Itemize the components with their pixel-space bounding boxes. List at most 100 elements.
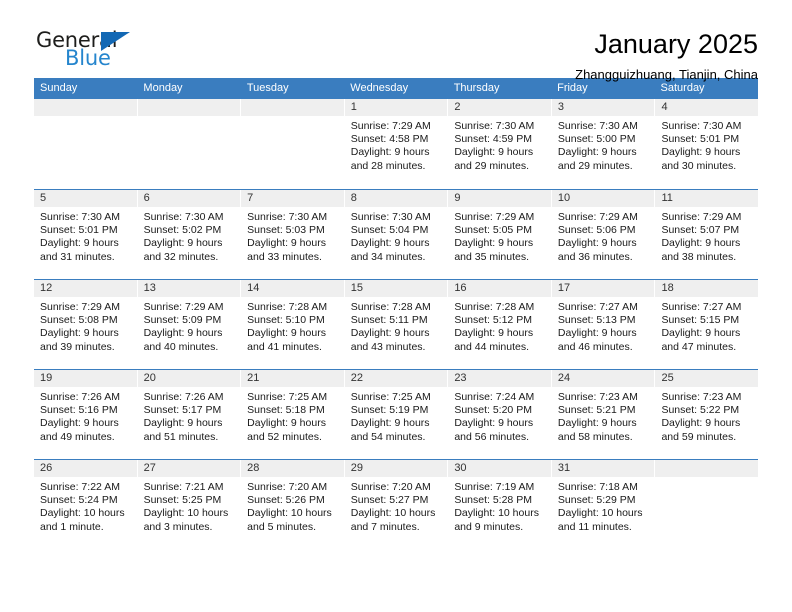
day-daylight2-text: and 5 minutes. <box>247 520 317 533</box>
day-sunrise-text: Sunrise: 7:25 AM <box>247 391 328 403</box>
day-daylight2-text: and 51 minutes. <box>143 430 219 443</box>
calendar-day-cell[interactable]: 19 Sunrise: 7:26 AM Sunset: 5:16 PM Dayligh… <box>34 370 138 459</box>
day-number: 5 <box>34 190 137 207</box>
day-sunset-text: Sunset: 5:05 PM <box>454 224 532 237</box>
calendar-day-cell[interactable]: 26 Sunrise: 7:22 AM Sunset: 5:24 PM Dayligh… <box>34 460 138 549</box>
day-daylight2-text: and 52 minutes. <box>247 430 322 443</box>
day-details: Sunrise: 7:26 AM Sunset: 5:16 PM Daylight:… <box>34 387 137 444</box>
day-details: Sunrise: 7:27 AM Sunset: 5:13 PM Daylight:… <box>552 297 655 354</box>
day-number: 27 <box>137 460 241 477</box>
day-daylight2-text: and 34 minutes. <box>350 250 426 263</box>
day-daylight1-text: Daylight: 9 hours <box>454 417 534 430</box>
calendar-day-cell[interactable]: 10 Sunrise: 7:29 AM Sunset: 5:06 PM Dayligh… <box>551 190 656 279</box>
day-sunset-text: Sunset: 5:20 PM <box>454 404 532 417</box>
day-daylight1-text: Daylight: 9 hours <box>350 417 430 430</box>
day-sunrise-text: Sunrise: 7:23 AM <box>661 391 742 403</box>
day-sunset-text: Sunset: 5:00 PM <box>557 133 636 146</box>
general-blue-logo: General Blue <box>34 28 184 74</box>
calendar-day-cell[interactable]: 2 Sunrise: 7:30 AM Sunset: 4:59 PM Daylight… <box>448 99 552 189</box>
day-daylight2-text: and 59 minutes. <box>661 430 737 443</box>
day-sunrise-text: Sunrise: 7:29 AM <box>454 211 535 223</box>
day-daylight2-text: and 38 minutes. <box>661 250 737 263</box>
day-sunset-text: Sunset: 5:16 PM <box>40 404 118 417</box>
calendar-day-cell[interactable]: 28 Sunrise: 7:20 AM Sunset: 5:26 PM Dayligh… <box>241 460 345 549</box>
day-details: Sunrise: 7:23 AM Sunset: 5:21 PM Daylight:… <box>552 387 655 444</box>
day-number: 19 <box>34 370 137 387</box>
day-daylight2-text: and 33 minutes. <box>247 250 322 263</box>
day-number: 1 <box>344 99 448 116</box>
calendar-day-cell[interactable]: 12 Sunrise: 7:29 AM Sunset: 5:08 PM Dayligh… <box>34 280 138 369</box>
calendar-day-cell[interactable]: 1 Sunrise: 7:29 AM Sunset: 4:58 PM Daylight… <box>344 99 449 189</box>
day-sunrise-text: Sunrise: 7:29 AM <box>557 211 638 223</box>
calendar-day-cell[interactable]: 15 Sunrise: 7:28 AM Sunset: 5:11 PM Dayligh… <box>344 280 449 369</box>
calendar-day-cell[interactable]: 24 Sunrise: 7:23 AM Sunset: 5:21 PM Dayligh… <box>551 370 656 459</box>
calendar-day-cell-empty <box>241 99 345 189</box>
day-number: 3 <box>551 99 655 116</box>
day-daylight2-text: and 29 minutes. <box>557 159 633 172</box>
day-sunrise-text: Sunrise: 7:30 AM <box>557 120 638 132</box>
day-number: 6 <box>137 190 241 207</box>
day-details: Sunrise: 7:23 AM Sunset: 5:22 PM Daylight:… <box>655 387 758 444</box>
calendar-day-cell[interactable]: 17 Sunrise: 7:27 AM Sunset: 5:13 PM Dayligh… <box>551 280 656 369</box>
calendar-day-cell[interactable]: 18 Sunrise: 7:27 AM Sunset: 5:15 PM Dayligh… <box>655 280 759 369</box>
calendar-day-cell[interactable]: 31 Sunrise: 7:18 AM Sunset: 5:29 PM Dayligh… <box>551 460 656 549</box>
calendar-week-row: 19 Sunrise: 7:26 AM Sunset: 5:16 PM Dayligh… <box>34 369 759 459</box>
day-number <box>34 99 137 116</box>
day-number: 31 <box>551 460 655 477</box>
day-sunrise-text: Sunrise: 7:25 AM <box>350 391 431 403</box>
calendar-day-cell[interactable]: 5 Sunrise: 7:30 AM Sunset: 5:01 PM Daylight… <box>34 190 138 279</box>
day-sunrise-text: Sunrise: 7:23 AM <box>557 391 638 403</box>
day-details: Sunrise: 7:19 AM Sunset: 5:28 PM Daylight:… <box>448 477 551 534</box>
calendar-day-cell-empty <box>655 460 759 549</box>
calendar-day-cell[interactable]: 29 Sunrise: 7:20 AM Sunset: 5:27 PM Dayligh… <box>344 460 449 549</box>
day-sunrise-text: Sunrise: 7:27 AM <box>661 301 742 313</box>
calendar-day-cell[interactable]: 9 Sunrise: 7:29 AM Sunset: 5:05 PM Daylight… <box>448 190 552 279</box>
day-daylight1-text: Daylight: 9 hours <box>557 237 637 250</box>
day-details: Sunrise: 7:28 AM Sunset: 5:12 PM Daylight:… <box>448 297 551 354</box>
calendar-day-cell[interactable]: 8 Sunrise: 7:30 AM Sunset: 5:04 PM Daylight… <box>344 190 449 279</box>
calendar-day-cell[interactable]: 4 Sunrise: 7:30 AM Sunset: 5:01 PM Daylight… <box>655 99 759 189</box>
day-sunrise-text: Sunrise: 7:28 AM <box>350 301 431 313</box>
day-daylight2-text: and 9 minutes. <box>454 520 524 533</box>
day-daylight2-text: and 58 minutes. <box>557 430 633 443</box>
calendar-day-cell[interactable]: 6 Sunrise: 7:30 AM Sunset: 5:02 PM Daylight… <box>137 190 242 279</box>
day-sunrise-text: Sunrise: 7:30 AM <box>454 120 535 132</box>
day-daylight2-text: and 31 minutes. <box>40 250 115 263</box>
calendar-day-cell[interactable]: 30 Sunrise: 7:19 AM Sunset: 5:28 PM Dayligh… <box>448 460 552 549</box>
calendar-day-cell[interactable]: 21 Sunrise: 7:25 AM Sunset: 5:18 PM Dayligh… <box>241 370 345 459</box>
page-header: General Blue January 2025 Zhangguizhuang… <box>34 0 758 82</box>
day-sunset-text: Sunset: 5:10 PM <box>247 314 325 327</box>
calendar-day-cell[interactable]: 20 Sunrise: 7:26 AM Sunset: 5:17 PM Dayligh… <box>137 370 242 459</box>
day-details: Sunrise: 7:25 AM Sunset: 5:19 PM Daylight:… <box>345 387 448 444</box>
day-details: Sunrise: 7:30 AM Sunset: 5:00 PM Daylight:… <box>552 116 655 173</box>
calendar-page: General Blue January 2025 Zhangguizhuang… <box>0 0 792 612</box>
day-daylight1-text: Daylight: 9 hours <box>40 237 119 250</box>
day-sunrise-text: Sunrise: 7:20 AM <box>247 481 328 493</box>
day-sunset-text: Sunset: 5:17 PM <box>143 404 222 417</box>
day-sunrise-text: Sunrise: 7:30 AM <box>143 211 224 223</box>
day-daylight2-text: and 29 minutes. <box>454 159 530 172</box>
day-number: 20 <box>137 370 241 387</box>
day-sunrise-text: Sunrise: 7:29 AM <box>143 301 224 313</box>
calendar-day-cell[interactable]: 23 Sunrise: 7:24 AM Sunset: 5:20 PM Dayligh… <box>448 370 552 459</box>
day-number: 23 <box>448 370 551 387</box>
calendar-day-cell[interactable]: 16 Sunrise: 7:28 AM Sunset: 5:12 PM Dayligh… <box>448 280 552 369</box>
calendar-day-cell[interactable]: 25 Sunrise: 7:23 AM Sunset: 5:22 PM Dayligh… <box>655 370 759 459</box>
day-sunrise-text: Sunrise: 7:27 AM <box>557 301 638 313</box>
calendar-day-cell[interactable]: 13 Sunrise: 7:29 AM Sunset: 5:09 PM Dayligh… <box>137 280 242 369</box>
calendar-day-cell[interactable]: 7 Sunrise: 7:30 AM Sunset: 5:03 PM Daylight… <box>241 190 345 279</box>
day-number: 14 <box>241 280 344 297</box>
calendar-day-cell[interactable]: 11 Sunrise: 7:29 AM Sunset: 5:07 PM Dayligh… <box>655 190 759 279</box>
calendar-day-cell[interactable]: 27 Sunrise: 7:21 AM Sunset: 5:25 PM Dayligh… <box>137 460 242 549</box>
calendar-day-cell[interactable]: 22 Sunrise: 7:25 AM Sunset: 5:19 PM Dayligh… <box>344 370 449 459</box>
day-details: Sunrise: 7:22 AM Sunset: 5:24 PM Daylight:… <box>34 477 137 534</box>
calendar-week-row: 5 Sunrise: 7:30 AM Sunset: 5:01 PM Daylight… <box>34 189 759 279</box>
day-daylight1-text: Daylight: 10 hours <box>454 507 539 520</box>
day-daylight2-text: and 40 minutes. <box>143 340 219 353</box>
calendar-day-cell[interactable]: 14 Sunrise: 7:28 AM Sunset: 5:10 PM Dayligh… <box>241 280 345 369</box>
day-sunrise-text: Sunrise: 7:28 AM <box>454 301 535 313</box>
day-daylight2-text: and 30 minutes. <box>661 159 737 172</box>
day-daylight1-text: Daylight: 9 hours <box>350 146 430 159</box>
calendar-day-cell[interactable]: 3 Sunrise: 7:30 AM Sunset: 5:00 PM Daylight… <box>551 99 656 189</box>
weekday-header-wednesday: Wednesday <box>350 82 409 94</box>
